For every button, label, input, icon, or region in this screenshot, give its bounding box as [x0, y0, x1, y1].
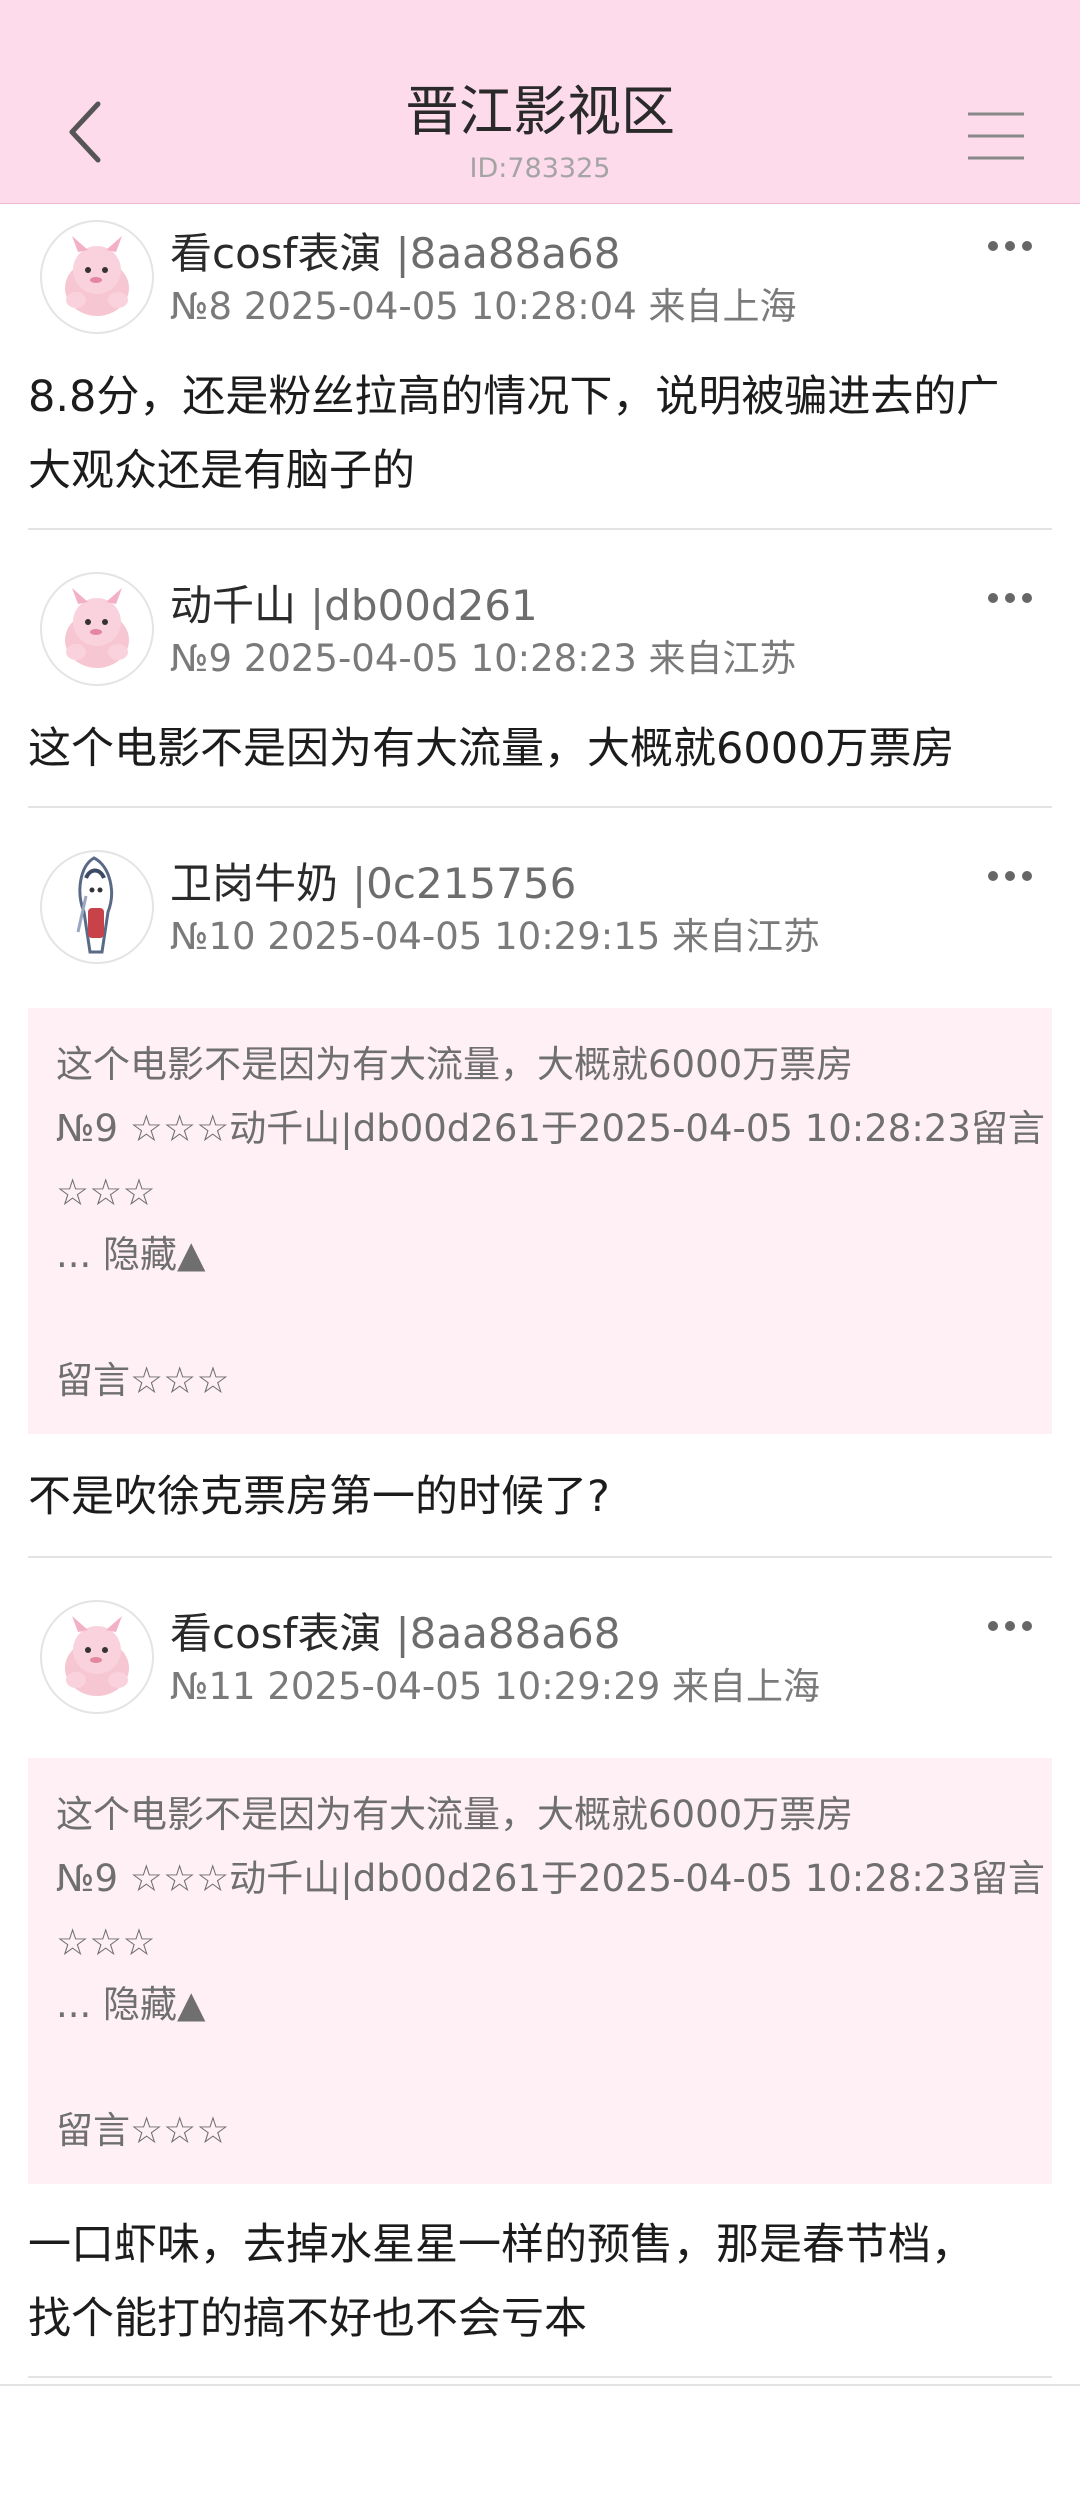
- more-button[interactable]: [986, 236, 1034, 256]
- hide-toggle[interactable]: ... 隐藏▲: [56, 1232, 206, 1278]
- quoted-reference: №9 ☆☆☆动千山|db00d261于2025-04-05 10:28:23留言: [56, 1107, 1045, 1150]
- board-id: ID:783325: [469, 153, 611, 184]
- author-id: |db00d261: [310, 581, 538, 630]
- post-content-line: 8.8分，还是粉丝拉高的情况下，说明被骗进去的广: [28, 372, 1000, 422]
- author-id: |8aa88a68: [395, 1609, 621, 1658]
- post-author[interactable]: 看cosf表演 |8aa88a68: [170, 1608, 620, 1660]
- post-content: 一口虾味，去掉水星星一样的预售，那是春节档， 找个能打的搞不好也不会亏本: [28, 2208, 1052, 2356]
- post-meta: №11 2025-04-05 10:29:29 来自上海: [170, 1665, 821, 1708]
- post-meta: №8 2025-04-05 10:28:04 来自上海: [170, 285, 797, 328]
- quoted-text: 这个电影不是因为有大流量，大概就6000万票房: [56, 1043, 854, 1086]
- post-divider: [28, 1556, 1052, 1558]
- author-name: 看cosf表演: [170, 229, 382, 278]
- post-author[interactable]: 动千山 |db00d261: [170, 580, 538, 632]
- more-dots-icon: [988, 241, 1032, 251]
- menu-button[interactable]: [964, 110, 1028, 162]
- top-bar: 晋江影视区 ID:783325: [0, 0, 1080, 204]
- pink-pokemon-avatar: [65, 236, 129, 316]
- quoted-reply[interactable]: 这个电影不是因为有大流量，大概就6000万票房 №9 ☆☆☆动千山|db00d2…: [28, 1008, 1052, 1434]
- post-content: 这个电影不是因为有大流量，大概就6000万票房: [28, 712, 1052, 786]
- more-dots-icon: [988, 593, 1032, 603]
- quoted-reference: №9 ☆☆☆动千山|db00d261于2025-04-05 10:28:23留言: [56, 1857, 1045, 1900]
- avatar[interactable]: [40, 1600, 154, 1714]
- more-button[interactable]: [986, 588, 1034, 608]
- post-meta: №9 2025-04-05 10:28:23 来自江苏: [170, 637, 797, 680]
- page-title: 晋江影视区: [405, 80, 675, 143]
- more-button[interactable]: [986, 1616, 1034, 1636]
- more-dots-icon: [988, 871, 1032, 881]
- avatar[interactable]: [40, 220, 154, 334]
- author-name: 动千山: [170, 581, 297, 630]
- hide-toggle[interactable]: ... 隐藏▲: [56, 1982, 206, 2028]
- post-author[interactable]: 卫岗牛奶 |0c215756: [170, 858, 576, 910]
- more-dots-icon: [988, 1621, 1032, 1631]
- quoted-reference-cont: ☆☆☆: [56, 1171, 156, 1214]
- post-divider: [28, 806, 1052, 808]
- author-name: 看cosf表演: [170, 1609, 382, 1658]
- post-meta: №10 2025-04-05 10:29:15 来自江苏: [170, 915, 821, 958]
- post-divider: [28, 528, 1052, 530]
- post-author[interactable]: 看cosf表演 |8aa88a68: [170, 228, 620, 280]
- quoted-reference-cont: ☆☆☆: [56, 1921, 156, 1964]
- avatar[interactable]: [40, 850, 154, 964]
- anime-character-avatar: [76, 856, 113, 954]
- post-content: 8.8分，还是粉丝拉高的情况下，说明被骗进去的广 大观众还是有脑子的: [28, 360, 1052, 508]
- post-content-line: 不是吹徐克票房第一的时候了?: [28, 1472, 610, 1522]
- pink-pokemon-avatar: [65, 1616, 129, 1696]
- avatar[interactable]: [40, 572, 154, 686]
- post-content: 不是吹徐克票房第一的时候了?: [28, 1460, 1052, 1534]
- post-content-line: 一口虾味，去掉水星星一样的预售，那是春节档，: [28, 2220, 974, 2270]
- pink-pokemon-avatar: [65, 588, 129, 668]
- author-name: 卫岗牛奶: [170, 859, 339, 908]
- bottom-divider: [0, 2384, 1080, 2386]
- post-divider: [28, 2376, 1052, 2378]
- post-content-line: 这个电影不是因为有大流量，大概就6000万票房: [28, 724, 955, 774]
- quoted-reply[interactable]: 这个电影不是因为有大流量，大概就6000万票房 №9 ☆☆☆动千山|db00d2…: [28, 1758, 1052, 2184]
- post-content-line: 找个能打的搞不好也不会亏本: [28, 2294, 587, 2344]
- quote-footer: 留言☆☆☆: [56, 2109, 230, 2152]
- author-id: |8aa88a68: [395, 229, 621, 278]
- author-id: |0c215756: [352, 859, 577, 908]
- more-button[interactable]: [986, 866, 1034, 886]
- quote-footer: 留言☆☆☆: [56, 1359, 230, 1402]
- quoted-text: 这个电影不是因为有大流量，大概就6000万票房: [56, 1793, 854, 1836]
- post-content-line: 大观众还是有脑子的: [28, 446, 415, 496]
- hamburger-menu-icon: [968, 112, 1024, 160]
